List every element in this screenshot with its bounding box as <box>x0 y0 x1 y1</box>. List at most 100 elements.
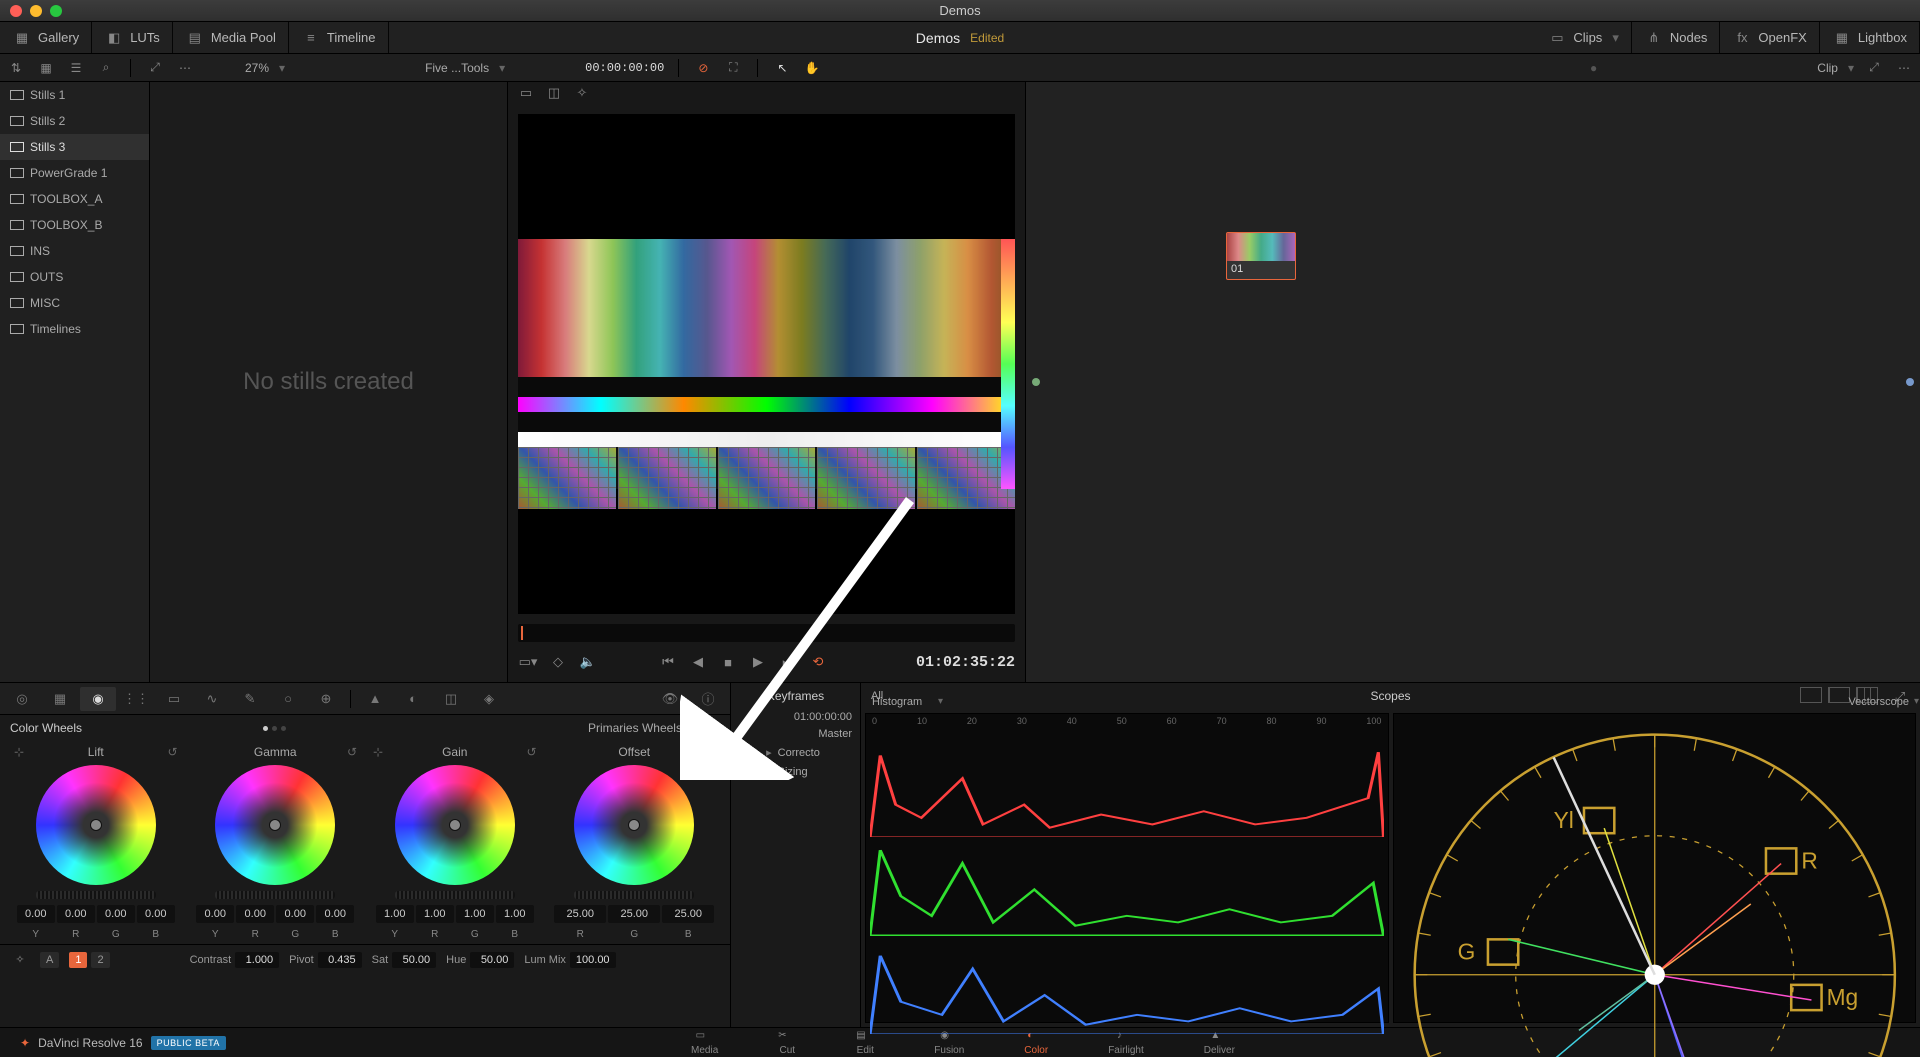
tab-sizing[interactable]: ◫ <box>433 687 469 711</box>
play-icon[interactable]: ▶ <box>748 652 768 672</box>
keyframe-row-corrector[interactable]: ●◆▸Correcto <box>731 743 860 762</box>
viewer-dual-icon[interactable]: ◫ <box>544 83 564 103</box>
hand-icon[interactable]: ✋ <box>802 58 822 78</box>
wheel-value[interactable]: 25.00 <box>554 905 606 923</box>
viewer-timecode[interactable]: 01:02:35:22 <box>916 654 1015 671</box>
grid-view-icon[interactable]: ▦ <box>36 58 56 78</box>
gallery-item-misc[interactable]: MISC <box>0 290 149 316</box>
wheel-value[interactable]: 0.00 <box>137 905 175 923</box>
page-1-button[interactable]: 1 <box>69 952 87 968</box>
loop-icon[interactable]: ⟲ <box>808 652 828 672</box>
wheel-value[interactable]: 25.00 <box>662 905 714 923</box>
stop-icon[interactable]: ■ <box>718 652 738 672</box>
viewer-image[interactable] <box>518 114 1015 614</box>
contrast-value[interactable]: 1.000 <box>235 952 279 968</box>
node-output-dot[interactable] <box>1906 378 1914 386</box>
wheels-style-icon[interactable]: ⊡ <box>700 718 720 738</box>
color-wheel-gamma[interactable] <box>215 765 335 885</box>
timeline-button[interactable]: ≡Timeline <box>289 22 389 53</box>
ab-a[interactable]: A <box>40 952 59 968</box>
jog-wheel[interactable] <box>574 891 694 899</box>
nodes-panel[interactable]: 01 <box>1026 82 1920 682</box>
viewer-scrubber[interactable] <box>518 624 1015 642</box>
vectorscope-scope[interactable]: Vectorscope▾ R <box>1393 713 1917 1023</box>
tab-info-icon[interactable]: ⓘ <box>690 687 726 711</box>
play-back-icon[interactable]: ◀ <box>688 652 708 672</box>
bypass-icon[interactable]: ⊘ <box>693 58 713 78</box>
gallery-item-powergrade-1[interactable]: PowerGrade 1 <box>0 160 149 186</box>
wheel-value[interactable]: 1.00 <box>456 905 494 923</box>
wheel-value[interactable]: 0.00 <box>236 905 274 923</box>
page-cut[interactable]: ✂Cut <box>778 1030 796 1056</box>
viewer-unknown-icon[interactable]: ◇ <box>548 652 568 672</box>
wheel-value[interactable]: 0.00 <box>97 905 135 923</box>
scope-layout-2[interactable] <box>1828 687 1850 703</box>
fullscreen-icon[interactable]: ⛶ <box>723 58 743 78</box>
gallery-item-toolbox_a[interactable]: TOOLBOX_A <box>0 186 149 212</box>
openfx-button[interactable]: fxOpenFX <box>1720 22 1819 53</box>
gallery-item-toolbox_b[interactable]: TOOLBOX_B <box>0 212 149 238</box>
keyframes-master[interactable]: Master <box>818 728 852 740</box>
jog-wheel[interactable] <box>215 891 335 899</box>
pivot-value[interactable]: 0.435 <box>318 952 362 968</box>
reset-icon[interactable]: ↺ <box>167 745 177 759</box>
jog-wheel[interactable] <box>36 891 156 899</box>
node-01[interactable]: 01 <box>1226 232 1296 280</box>
page-2-button[interactable]: 2 <box>91 952 109 968</box>
mediapool-button[interactable]: ▤Media Pool <box>173 22 289 53</box>
tab-tracking[interactable]: ⊕ <box>308 687 344 711</box>
wheel-value[interactable]: 1.00 <box>416 905 454 923</box>
clip-menu[interactable]: Clip <box>1817 61 1838 75</box>
expand-icon[interactable]: ⤢ <box>145 58 165 78</box>
tab-3d[interactable]: ◈ <box>471 687 507 711</box>
lightbox-button[interactable]: ▦Lightbox <box>1820 22 1920 53</box>
tab-key[interactable]: ◐ <box>395 687 431 711</box>
wheel-value[interactable]: 0.00 <box>316 905 354 923</box>
reset-icon[interactable]: ↺ <box>526 745 536 759</box>
nodes-button[interactable]: ⋔Nodes <box>1632 22 1721 53</box>
primaries-mode[interactable]: Primaries Wheels ▾ <box>588 721 692 735</box>
tab-eye-icon[interactable]: 👁 <box>652 687 688 711</box>
tab-curves[interactable]: ∿ <box>194 687 230 711</box>
clip-name[interactable]: Five ...Tools <box>425 61 489 75</box>
mute-icon[interactable]: 🔈 <box>578 652 598 672</box>
scope-layout-1[interactable] <box>1800 687 1822 703</box>
auto-balance-icon[interactable]: ✧ <box>10 950 30 970</box>
gallery-item-ins[interactable]: INS <box>0 238 149 264</box>
viewer-wand-icon[interactable]: ✧ <box>572 83 592 103</box>
tab-window[interactable]: ○ <box>270 687 306 711</box>
page-media[interactable]: ▭Media <box>691 1030 718 1056</box>
expand2-icon[interactable]: ⤢ <box>1864 58 1884 78</box>
next-clip-icon[interactable]: ⏭ <box>778 652 798 672</box>
lummix-value[interactable]: 100.00 <box>570 952 616 968</box>
picker-icon[interactable]: ⊹ <box>14 745 24 759</box>
wheel-value[interactable]: 0.00 <box>57 905 95 923</box>
zoom-value[interactable]: 27% <box>245 61 269 75</box>
more2-icon[interactable]: ⋯ <box>1894 58 1914 78</box>
viewer-single-icon[interactable]: ▭ <box>516 83 536 103</box>
luts-button[interactable]: ◧LUTs <box>92 22 173 53</box>
reset-icon[interactable]: ↺ <box>347 745 357 759</box>
window-zoom-icon[interactable] <box>50 5 62 17</box>
wheel-value[interactable]: 1.00 <box>376 905 414 923</box>
timecode-in[interactable]: 00:00:00:00 <box>585 61 664 75</box>
list-view-icon[interactable]: ☰ <box>66 58 86 78</box>
reset-icon[interactable]: ↺ <box>706 745 716 759</box>
color-wheel-offset[interactable] <box>574 765 694 885</box>
color-wheel-lift[interactable] <box>36 765 156 885</box>
wheel-value[interactable]: 0.00 <box>196 905 234 923</box>
color-wheel-gain[interactable] <box>395 765 515 885</box>
gallery-item-stills-2[interactable]: Stills 2 <box>0 108 149 134</box>
wheel-value[interactable]: 0.00 <box>276 905 314 923</box>
clips-button[interactable]: ▭Clips▾ <box>1535 22 1631 53</box>
gallery-item-stills-1[interactable]: Stills 1 <box>0 82 149 108</box>
tab-blur[interactable]: ▲ <box>357 687 393 711</box>
search-icon[interactable]: ⌕ <box>96 58 116 78</box>
prev-clip-icon[interactable]: ⏮ <box>658 652 678 672</box>
tab-rgb-mixer[interactable]: ⋮⋮ <box>118 687 154 711</box>
wheel-value[interactable]: 0.00 <box>17 905 55 923</box>
tab-qualifier[interactable]: ✎ <box>232 687 268 711</box>
more-icon[interactable]: ⋯ <box>175 58 195 78</box>
keyframe-row-sizing[interactable]: ●◆▸Sizing <box>731 762 860 781</box>
window-minimize-icon[interactable] <box>30 5 42 17</box>
